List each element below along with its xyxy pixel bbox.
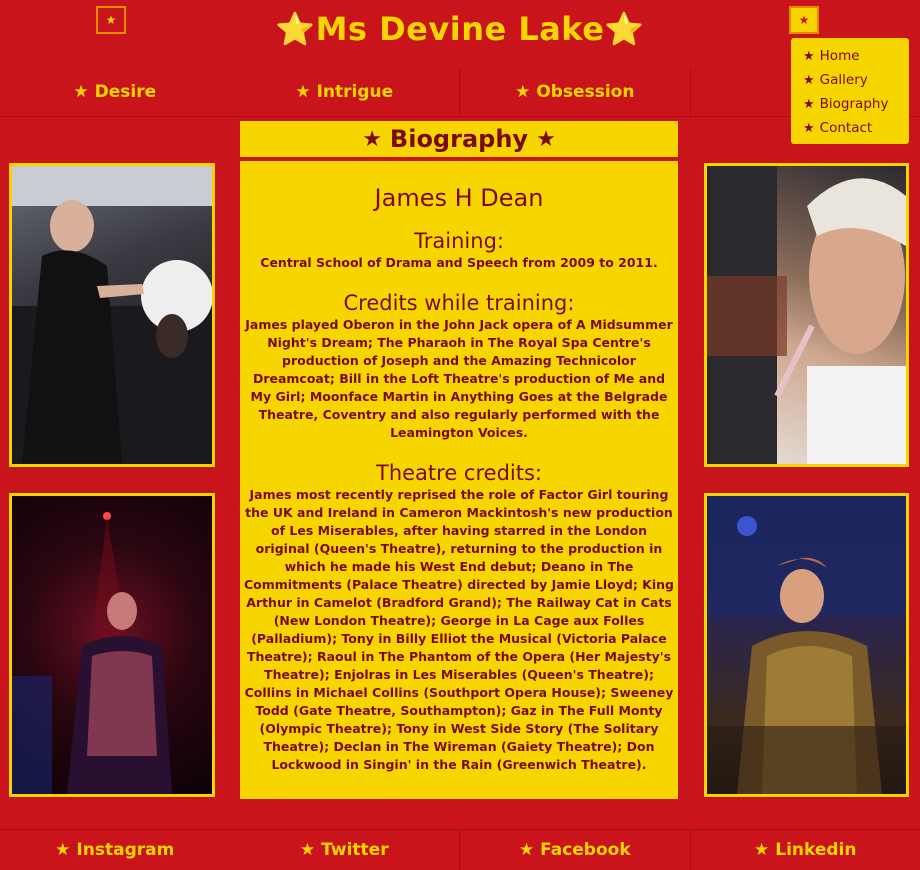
theatre-heading: Theatre credits: [244,460,674,486]
nav-item-intrigue[interactable]: ★Intrigue [230,68,460,116]
credits-text: James played Oberon in the John Jack ope… [244,316,674,442]
dropdown-item-home[interactable]: ★Home [803,44,909,68]
social-nav: ★Instagram ★Twitter ★Facebook ★Linkedin [0,829,920,870]
dropdown-item-biography[interactable]: ★Biography [803,92,909,116]
performer-makeup-profile-photo [704,163,909,467]
star-icon: ★ [803,49,815,64]
star-icon: ★ [754,840,769,860]
biography-header: ★ Biography ★ [240,121,678,157]
site-title: ⭐Ms Devine Lake⭐ [0,10,920,48]
menu-toggle-button[interactable]: ★ [789,6,819,34]
star-icon: ★ [803,73,815,88]
star-icon: ★ [55,840,70,860]
social-link-twitter[interactable]: ★Twitter [230,830,460,870]
star-icon: ★ [295,82,310,102]
dropdown-menu: ★Home ★Gallery ★Biography ★Contact [791,38,909,144]
top-nav: ★Desire ★Intrigue ★Obsession ★ [0,68,920,117]
performer-name: James H Dean [244,183,674,213]
performer-bar-sequin-photo [704,493,909,797]
star-icon: ★ [803,121,815,136]
star-icon: ★ [362,127,382,152]
star-icon: ★ [515,82,530,102]
social-link-facebook[interactable]: ★Facebook [459,830,690,870]
star-icon: ★ [536,127,556,152]
social-link-instagram[interactable]: ★Instagram [0,830,230,870]
dropdown-item-contact[interactable]: ★Contact [803,116,909,140]
training-heading: Training: [244,228,674,254]
star-icon: ★ [300,840,315,860]
performer-dressing-room-photo [9,163,215,467]
star-icon: ★ [803,97,815,112]
performer-stage-spotlight-photo [9,493,215,797]
training-text: Central School of Drama and Speech from … [244,254,674,272]
nav-item-obsession[interactable]: ★Obsession [459,68,690,116]
biography-content: James H Dean Training: Central School of… [240,161,678,799]
nav-item-desire[interactable]: ★Desire [0,68,230,116]
star-icon: ★ [519,840,534,860]
star-icon: ★ [73,82,88,102]
star-icon: ★ [799,14,810,26]
credits-heading: Credits while training: [244,290,674,316]
social-link-linkedin[interactable]: ★Linkedin [690,830,920,870]
dropdown-item-gallery[interactable]: ★Gallery [803,68,909,92]
theatre-text: James most recently reprised the role of… [244,486,674,774]
